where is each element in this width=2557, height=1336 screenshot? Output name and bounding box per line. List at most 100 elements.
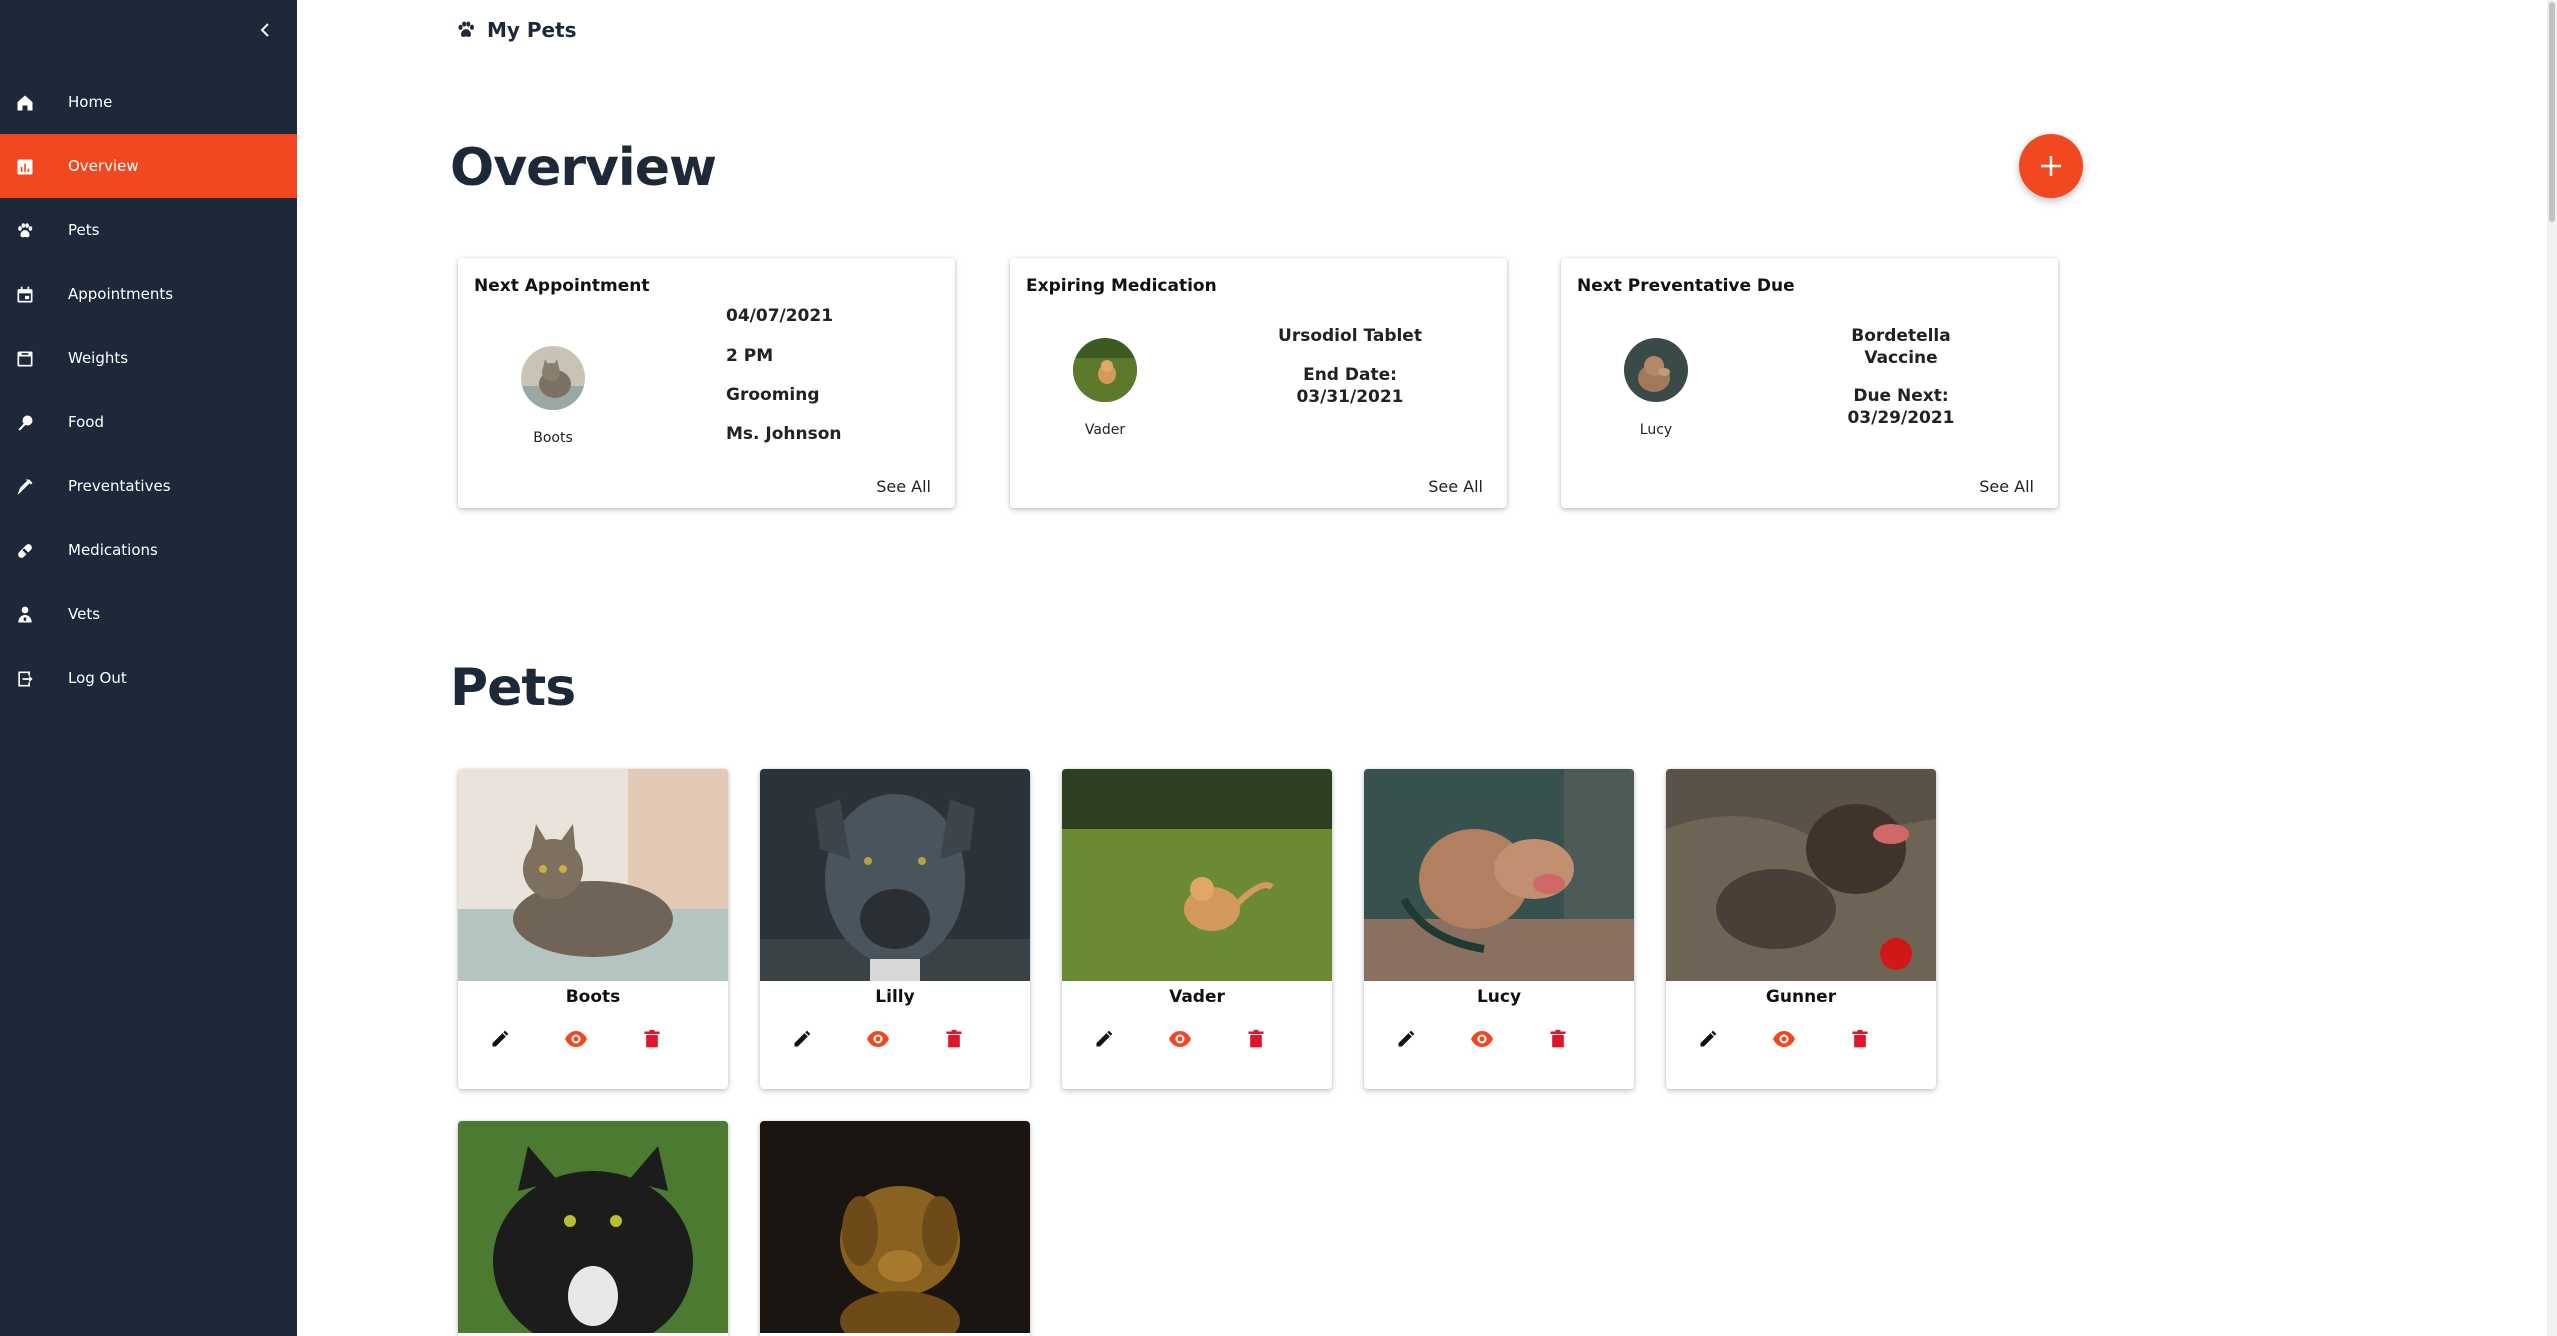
edit-button[interactable]	[1694, 1025, 1722, 1053]
card-title: Next Appointment	[474, 276, 650, 296]
preventative-name-line1: Bordetella	[1851, 326, 1951, 346]
view-button[interactable]	[1770, 1025, 1798, 1053]
pencil-icon	[1398, 1030, 1415, 1047]
delete-button[interactable]	[940, 1025, 968, 1053]
pet-photo	[760, 1121, 1030, 1333]
pet-name: Gunner	[1765, 987, 1837, 1007]
view-button[interactable]	[1166, 1025, 1194, 1053]
preventative-name-line2: Vaccine	[1864, 348, 1938, 368]
edit-button[interactable]	[788, 1025, 816, 1053]
sidebar-item-label: Home	[68, 93, 113, 111]
sidebar-item-home[interactable]: Home	[0, 70, 297, 134]
sidebar-item-label: Appointments	[68, 285, 174, 303]
edit-button[interactable]	[1090, 1025, 1118, 1053]
pet-card-lilly: Lilly	[760, 769, 1030, 1089]
pencil-icon	[492, 1030, 509, 1047]
see-all-link[interactable]: See All	[1979, 477, 2034, 496]
logout-icon	[14, 668, 36, 690]
sidebar-item-log-out[interactable]: Log Out	[0, 646, 297, 710]
sidebar-item-label: Pets	[68, 221, 100, 239]
sidebar-item-label: Overview	[68, 157, 139, 175]
sidebar-item-label: Weights	[68, 349, 129, 367]
eye-icon	[565, 1031, 587, 1047]
sidebar-item-overview[interactable]: Overview	[0, 134, 297, 198]
pet-name: Lucy	[1639, 422, 1673, 438]
sidebar-item-pets[interactable]: Pets	[0, 198, 297, 262]
home-icon	[14, 92, 36, 114]
sidebar-item-vets[interactable]: Vets	[0, 582, 297, 646]
paw-icon	[458, 21, 474, 37]
pencil-icon	[1096, 1030, 1113, 1047]
see-all-link[interactable]: See All	[1428, 477, 1483, 496]
card-title: Expiring Medication	[1026, 276, 1217, 296]
delete-button[interactable]	[1846, 1025, 1874, 1053]
edit-button[interactable]	[486, 1025, 514, 1053]
pet-card-gunner: Gunner	[1666, 769, 1936, 1089]
scrollbar-thumb[interactable]	[2549, 2, 2555, 222]
pet-photo	[1666, 769, 1936, 981]
pet-photo	[1364, 769, 1634, 981]
paw-icon	[14, 220, 36, 242]
overview-heading: Overview	[450, 138, 717, 198]
delete-button[interactable]	[1544, 1025, 1572, 1053]
trash-icon	[644, 1029, 660, 1048]
sidebar-item-label: Medications	[68, 541, 158, 559]
pet-name: Vader	[1169, 987, 1225, 1007]
pet-photo	[760, 769, 1030, 981]
pets-heading: Pets	[450, 658, 576, 718]
sidebar-item-food[interactable]: Food	[0, 390, 297, 454]
trash-icon	[1852, 1029, 1868, 1048]
pet-name: Lucy	[1476, 987, 1522, 1007]
pencil-icon	[1700, 1030, 1717, 1047]
sidebar-item-preventatives[interactable]: Preventatives	[0, 454, 297, 518]
add-button[interactable]	[2019, 134, 2083, 198]
eye-icon	[1471, 1031, 1493, 1047]
end-date: 03/31/2021	[1296, 387, 1404, 407]
view-button[interactable]	[1468, 1025, 1496, 1053]
pet-card	[760, 1121, 1030, 1336]
chart-icon	[14, 156, 36, 178]
due-next-label: Due Next:	[1853, 386, 1949, 406]
trash-icon	[1550, 1029, 1566, 1048]
chevron-left-icon	[260, 23, 269, 37]
pet-avatar	[1073, 338, 1137, 402]
food-icon	[14, 412, 36, 434]
sidebar-item-weights[interactable]: Weights	[0, 326, 297, 390]
eye-icon	[1773, 1031, 1795, 1047]
sidebar-item-appointments[interactable]: Appointments	[0, 262, 297, 326]
pet-photo	[1062, 769, 1332, 981]
trash-icon	[946, 1029, 962, 1048]
edit-button[interactable]	[1392, 1025, 1420, 1053]
eye-icon	[1169, 1031, 1191, 1047]
vet-icon	[14, 604, 36, 626]
sidebar-nav: Home Overview Pets Appointments Weights …	[0, 70, 297, 710]
due-next-date: 03/29/2021	[1847, 408, 1955, 428]
sidebar-item-medications[interactable]: Medications	[0, 518, 297, 582]
next-appointment-card: Next Appointment Boots 04/07/2021 2 PM G…	[458, 258, 955, 508]
collapse-sidebar-button[interactable]	[253, 18, 277, 42]
pet-card-boots: Boots	[458, 769, 728, 1089]
delete-button[interactable]	[638, 1025, 666, 1053]
pet-card-lucy: Lucy	[1364, 769, 1634, 1089]
view-button[interactable]	[562, 1025, 590, 1053]
trash-icon	[1248, 1029, 1264, 1048]
pet-name: Vader	[1084, 422, 1126, 438]
view-button[interactable]	[864, 1025, 892, 1053]
syringe-icon	[14, 476, 36, 498]
pet-card	[458, 1121, 728, 1336]
pill-icon	[14, 540, 36, 562]
pet-photo	[458, 1121, 728, 1333]
appointment-vet: Ms. Johnson	[726, 424, 842, 444]
see-all-link[interactable]: See All	[876, 477, 931, 496]
page-scrollbar[interactable]	[2547, 0, 2557, 1336]
pet-name: Boots	[565, 987, 621, 1007]
pet-avatar	[521, 346, 585, 410]
card-title: Next Preventative Due	[1577, 276, 1795, 296]
appointment-time: 2 PM	[726, 346, 774, 366]
sidebar-item-label: Preventatives	[68, 477, 171, 495]
app-title-text: My Pets	[487, 18, 577, 42]
pet-avatar	[1624, 338, 1688, 402]
appointment-type: Grooming	[726, 385, 820, 405]
delete-button[interactable]	[1242, 1025, 1270, 1053]
expiring-medication-card: Expiring Medication Vader Ursodiol Table…	[1010, 258, 1507, 508]
